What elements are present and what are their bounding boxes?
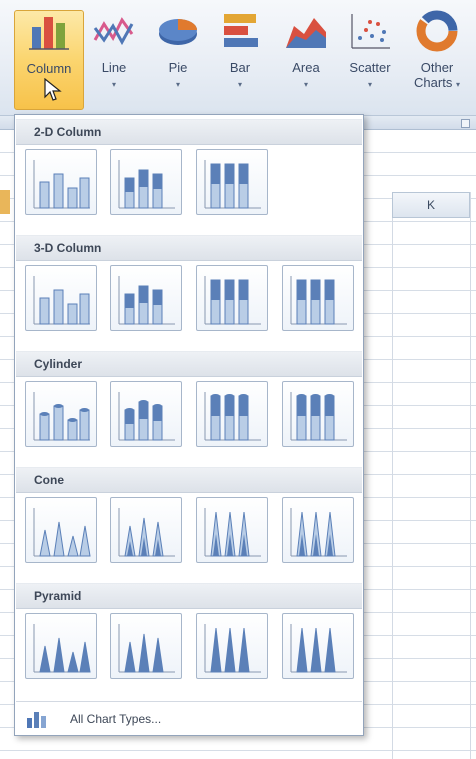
- column-chart-gallery: 2-D Column 3-D Column Cylinder Cone Pyra…: [14, 114, 364, 736]
- thumb-100-stacked-cone[interactable]: [196, 497, 268, 563]
- thumb-3d-cone[interactable]: [282, 497, 354, 563]
- scatter-chart-label: Scatter: [349, 60, 391, 75]
- pie-dropdown-caret: ▾: [175, 80, 180, 89]
- 3d-pyramid-icon: [290, 624, 347, 673]
- all-chart-types-icon: [27, 711, 46, 728]
- thumb-100-stacked-column[interactable]: [196, 149, 268, 215]
- area-chart-button[interactable]: Area ▾: [276, 10, 336, 110]
- all-chart-types-button[interactable]: All Chart Types...: [16, 701, 362, 735]
- other-charts-label-2: Charts: [414, 75, 453, 90]
- thumb-clustered-column[interactable]: [25, 149, 97, 215]
- thumb-stacked-cone[interactable]: [110, 497, 182, 563]
- 3d-cone-icon: [290, 508, 347, 557]
- scatter-dropdown-caret: ▾: [367, 80, 372, 89]
- scatter-chart-button[interactable]: Scatter ▾: [340, 10, 400, 110]
- section-header-3d-column: 3-D Column: [16, 235, 362, 261]
- 3d-stacked-column-icon: [118, 276, 175, 325]
- thumb-clustered-cylinder[interactable]: [25, 381, 97, 447]
- area-chart-icon: [286, 18, 326, 48]
- thumb-stacked-column[interactable]: [110, 149, 182, 215]
- 3d-clustered-column-icon: [33, 276, 90, 325]
- thumb-100-stacked-cylinder[interactable]: [196, 381, 268, 447]
- insert-ribbon: Column Line ▾ Pie ▾ Bar ▾ Area ▾ Scatter…: [0, 0, 476, 116]
- thumb-clustered-cone[interactable]: [25, 497, 97, 563]
- clustered-pyramid-icon: [33, 624, 91, 673]
- line-chart-label: Line: [101, 60, 127, 75]
- stacked-cone-icon: [118, 508, 175, 557]
- thumb-3d-clustered-column[interactable]: [25, 265, 97, 331]
- 100-stacked-pyramid-icon: [204, 624, 261, 673]
- thumb-3d-column[interactable]: [282, 265, 354, 331]
- column-gridline: [470, 192, 471, 759]
- column-header-label: K: [426, 198, 435, 212]
- dialog-launcher-icon[interactable]: [461, 119, 470, 128]
- section-header-cone: Cone: [16, 467, 362, 493]
- clustered-cylinder-icon: [33, 392, 90, 441]
- column-chart-label: Column: [26, 61, 72, 76]
- all-chart-types-label: All Chart Types...: [70, 711, 162, 726]
- thumb-3d-100-stacked-column[interactable]: [196, 265, 268, 331]
- thumb-clustered-pyramid[interactable]: [25, 613, 97, 679]
- line-chart-button[interactable]: Line ▾: [86, 10, 142, 110]
- other-charts-button[interactable]: Other Charts ▾: [404, 10, 470, 110]
- bar-dropdown-caret: ▾: [237, 80, 242, 89]
- column-gridline: [392, 192, 393, 759]
- selection-edge: [0, 190, 10, 214]
- thumb-3d-stacked-column[interactable]: [110, 265, 182, 331]
- 100-stacked-column-icon: [204, 160, 261, 209]
- section-header-2d-column: 2-D Column: [16, 119, 362, 145]
- pie-chart-icon: [159, 19, 197, 45]
- stacked-cylinder-icon: [118, 392, 175, 441]
- bar-chart-button[interactable]: Bar ▾: [212, 10, 268, 110]
- 100-stacked-cone-icon: [204, 508, 261, 557]
- area-dropdown-caret: ▾: [303, 80, 308, 89]
- pie-chart-label: Pie: [168, 60, 188, 75]
- thumb-100-stacked-pyramid[interactable]: [196, 613, 268, 679]
- thumb-stacked-cylinder[interactable]: [110, 381, 182, 447]
- other-charts-label: Other: [420, 60, 454, 75]
- 3d-100-stacked-column-icon: [204, 276, 261, 325]
- line-dropdown-caret: ▾: [111, 80, 116, 89]
- 100-stacked-cylinder-icon: [204, 392, 261, 441]
- line-chart-icon: [93, 17, 134, 46]
- section-header-cylinder: Cylinder: [16, 351, 362, 377]
- clustered-cone-icon: [33, 508, 91, 557]
- area-chart-label: Area: [292, 60, 320, 75]
- other-charts-icon: [416, 10, 458, 52]
- bar-chart-label: Bar: [229, 60, 251, 75]
- clustered-column-icon: [33, 160, 90, 209]
- section-header-pyramid: Pyramid: [16, 583, 362, 609]
- scatter-chart-icon: [351, 14, 390, 49]
- 3d-cylinder-icon: [290, 392, 347, 441]
- thumb-3d-cylinder[interactable]: [282, 381, 354, 447]
- thumb-stacked-pyramid[interactable]: [110, 613, 182, 679]
- thumb-3d-pyramid[interactable]: [282, 613, 354, 679]
- column-header-k[interactable]: K: [392, 192, 470, 218]
- stacked-column-icon: [118, 160, 175, 209]
- pie-chart-button[interactable]: Pie ▾: [148, 10, 208, 110]
- column-chart-icon: [29, 17, 69, 50]
- stacked-pyramid-icon: [118, 624, 175, 673]
- other-charts-label-line2: Charts ▾: [414, 75, 460, 92]
- 3d-column-icon: [290, 276, 347, 325]
- mouse-cursor-icon: [44, 78, 62, 101]
- bar-chart-icon: [224, 14, 258, 47]
- other-charts-dropdown-caret: ▾: [455, 80, 460, 89]
